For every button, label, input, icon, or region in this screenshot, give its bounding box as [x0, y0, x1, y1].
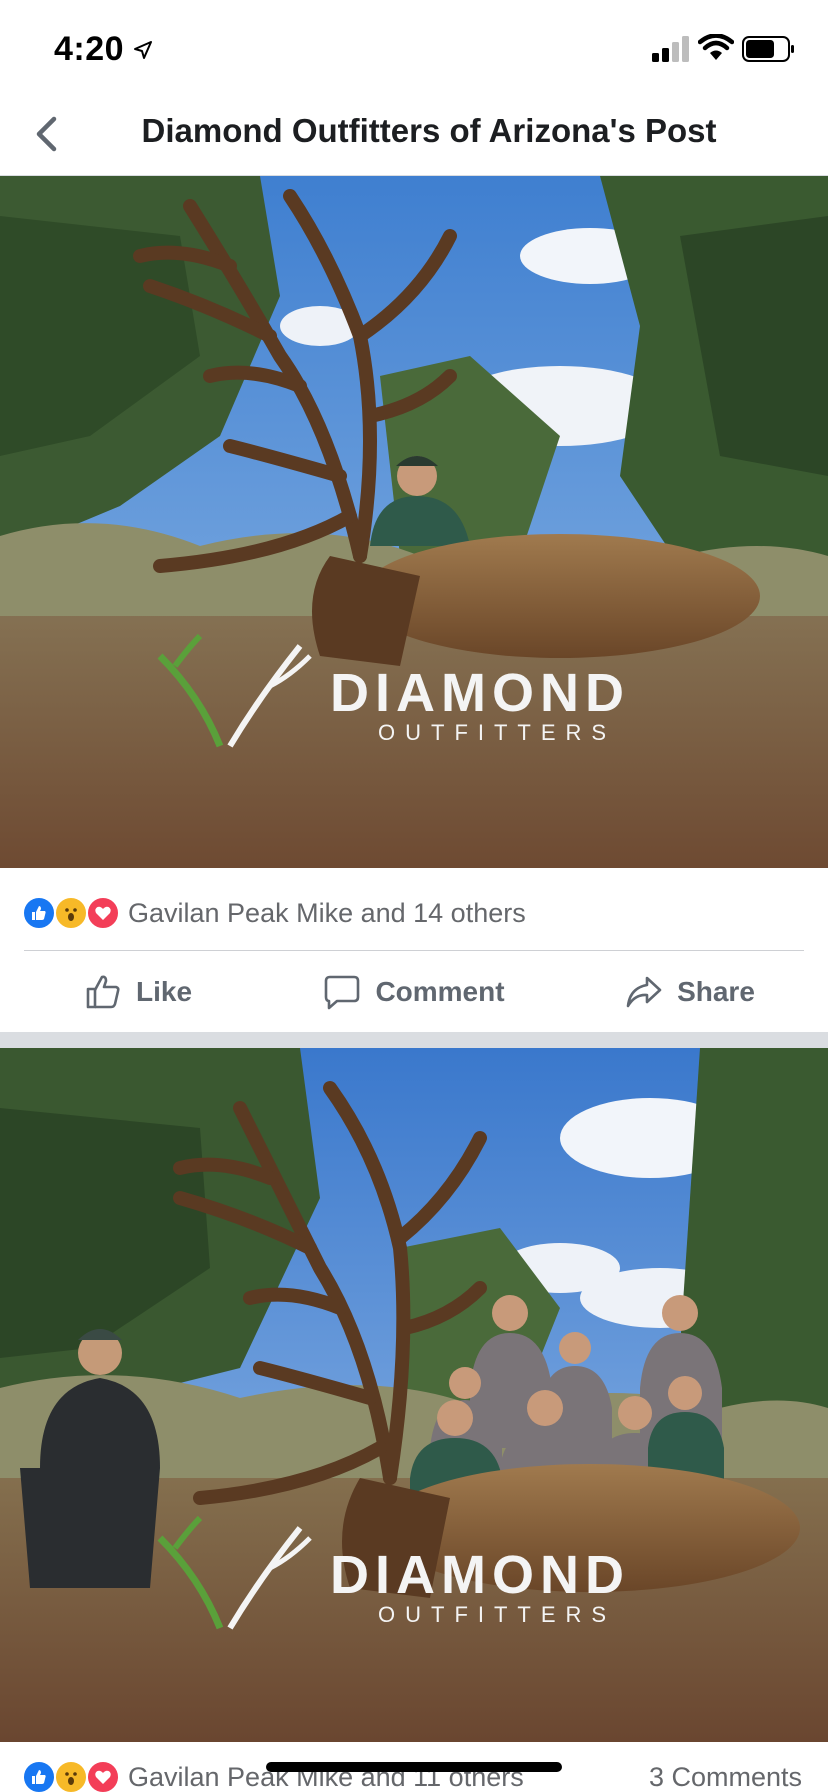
like-reaction-icon [22, 896, 56, 930]
post-photo[interactable]: DIAMOND OUTFITTERS [0, 176, 828, 868]
battery-icon [742, 36, 794, 62]
elk-hunt-photo: DIAMOND OUTFITTERS [0, 176, 828, 868]
elk-hunt-group-photo: DIAMOND OUTFITTERS [0, 1048, 828, 1742]
page-title: Diamond Outfitters of Arizona's Post [141, 112, 717, 149]
thumbs-up-icon [86, 975, 120, 1009]
svg-text:DIAMOND: DIAMOND [330, 663, 630, 723]
comment-bubble-icon [325, 975, 360, 1010]
svg-text:DIAMOND: DIAMOND [330, 1545, 630, 1605]
cellular-signal-icon [652, 36, 689, 62]
comment-button[interactable]: Comment [276, 952, 552, 1032]
like-button[interactable]: Like [0, 952, 276, 1032]
status-time: 4:20 [54, 30, 125, 68]
wow-reaction-icon [54, 896, 88, 930]
comments-count[interactable]: 3 Comments [649, 1762, 802, 1792]
comment-label: Comment [375, 976, 505, 1007]
share-button[interactable]: Share [552, 952, 828, 1032]
love-reaction-icon [86, 896, 120, 930]
share-label: Share [677, 976, 755, 1007]
post-separator [0, 1032, 828, 1048]
home-indicator[interactable] [266, 1762, 562, 1772]
love-reaction-icon [86, 1760, 120, 1792]
reaction-icons [22, 1760, 122, 1792]
reaction-icons [22, 896, 122, 930]
like-reaction-icon [22, 1760, 56, 1792]
reactions-summary[interactable]: Gavilan Peak Mike and 14 others [0, 876, 828, 948]
wifi-icon [698, 34, 734, 60]
status-bar: 4:20 [0, 0, 828, 96]
share-arrow-icon [626, 976, 662, 1008]
divider [24, 950, 804, 951]
like-label: Like [135, 976, 193, 1007]
post-actions: Like Comment Share [0, 952, 828, 1032]
chevron-left-icon [36, 116, 57, 152]
reactions-text: Gavilan Peak Mike and 14 others [128, 898, 526, 928]
svg-text:OUTFITTERS: OUTFITTERS [378, 1602, 616, 1627]
wow-reaction-icon [54, 1760, 88, 1792]
nav-bar: Diamond Outfitters of Arizona's Post [0, 96, 828, 176]
location-arrow-icon [134, 41, 152, 59]
svg-text:OUTFITTERS: OUTFITTERS [378, 720, 616, 745]
back-button[interactable] [22, 110, 70, 158]
post-photo[interactable]: DIAMOND OUTFITTERS [0, 1048, 828, 1742]
